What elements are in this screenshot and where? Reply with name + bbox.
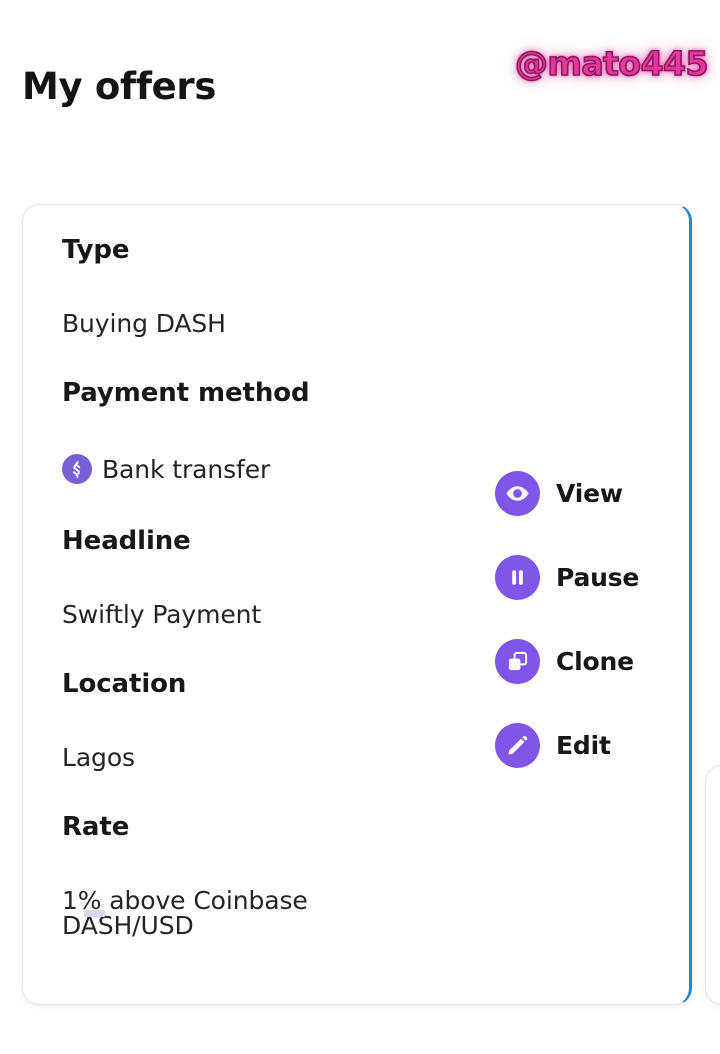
copy-icon (495, 639, 540, 684)
view-button-label: View (556, 479, 623, 508)
clone-button[interactable]: Clone (495, 639, 685, 684)
field-type: Type Buying DASH (62, 237, 442, 336)
field-label-type: Type (62, 235, 130, 265)
field-location: Location Lagos (62, 671, 442, 770)
field-value-headline: Swiftly Payment (62, 600, 262, 629)
field-label-location: Location (62, 669, 187, 699)
pause-button-label: Pause (556, 563, 640, 592)
eye-icon (495, 471, 540, 516)
offers-carousel[interactable]: Type Buying DASH Payment method Bank tra… (0, 204, 720, 1014)
field-label-headline: Headline (62, 526, 191, 556)
page-title: My offers (22, 65, 217, 108)
field-label-rate: Rate (62, 812, 130, 842)
offer-card[interactable]: Type Buying DASH Payment method Bank tra… (22, 204, 692, 1005)
clone-button-label: Clone (556, 647, 634, 676)
field-headline: Headline Swiftly Payment (62, 528, 442, 627)
offer-card-body: Type Buying DASH Payment method Bank tra… (23, 205, 689, 1004)
payment-method-row: Bank transfer (62, 454, 442, 484)
edit-button[interactable]: Edit (495, 723, 685, 768)
pause-icon (495, 555, 540, 600)
offer-actions: View Pause Clone Edit (495, 471, 685, 768)
field-value-location: Lagos (62, 743, 135, 772)
offer-card-next[interactable] (705, 765, 720, 1005)
offer-details: Type Buying DASH Payment method Bank tra… (62, 237, 442, 938)
field-rate: Rate 1% above Coinbase DASH/USD (62, 814, 442, 938)
edit-button-label: Edit (556, 731, 611, 760)
field-value-rate: 1% above Coinbase DASH/USD (62, 886, 308, 940)
field-value-type: Buying DASH (62, 309, 226, 338)
pause-button[interactable]: Pause (495, 555, 685, 600)
field-value-payment-method: Bank transfer (102, 454, 271, 484)
view-button[interactable]: View (495, 471, 685, 516)
field-label-payment-method: Payment method (62, 378, 310, 408)
pencil-icon (495, 723, 540, 768)
page-header: My offers @mato445 (0, 0, 720, 175)
dollar-circle-icon (62, 454, 92, 484)
field-payment-method: Payment method Bank transfer (62, 380, 442, 484)
rate-highlight-mark (84, 910, 105, 917)
username-watermark: @mato445 (514, 44, 709, 83)
